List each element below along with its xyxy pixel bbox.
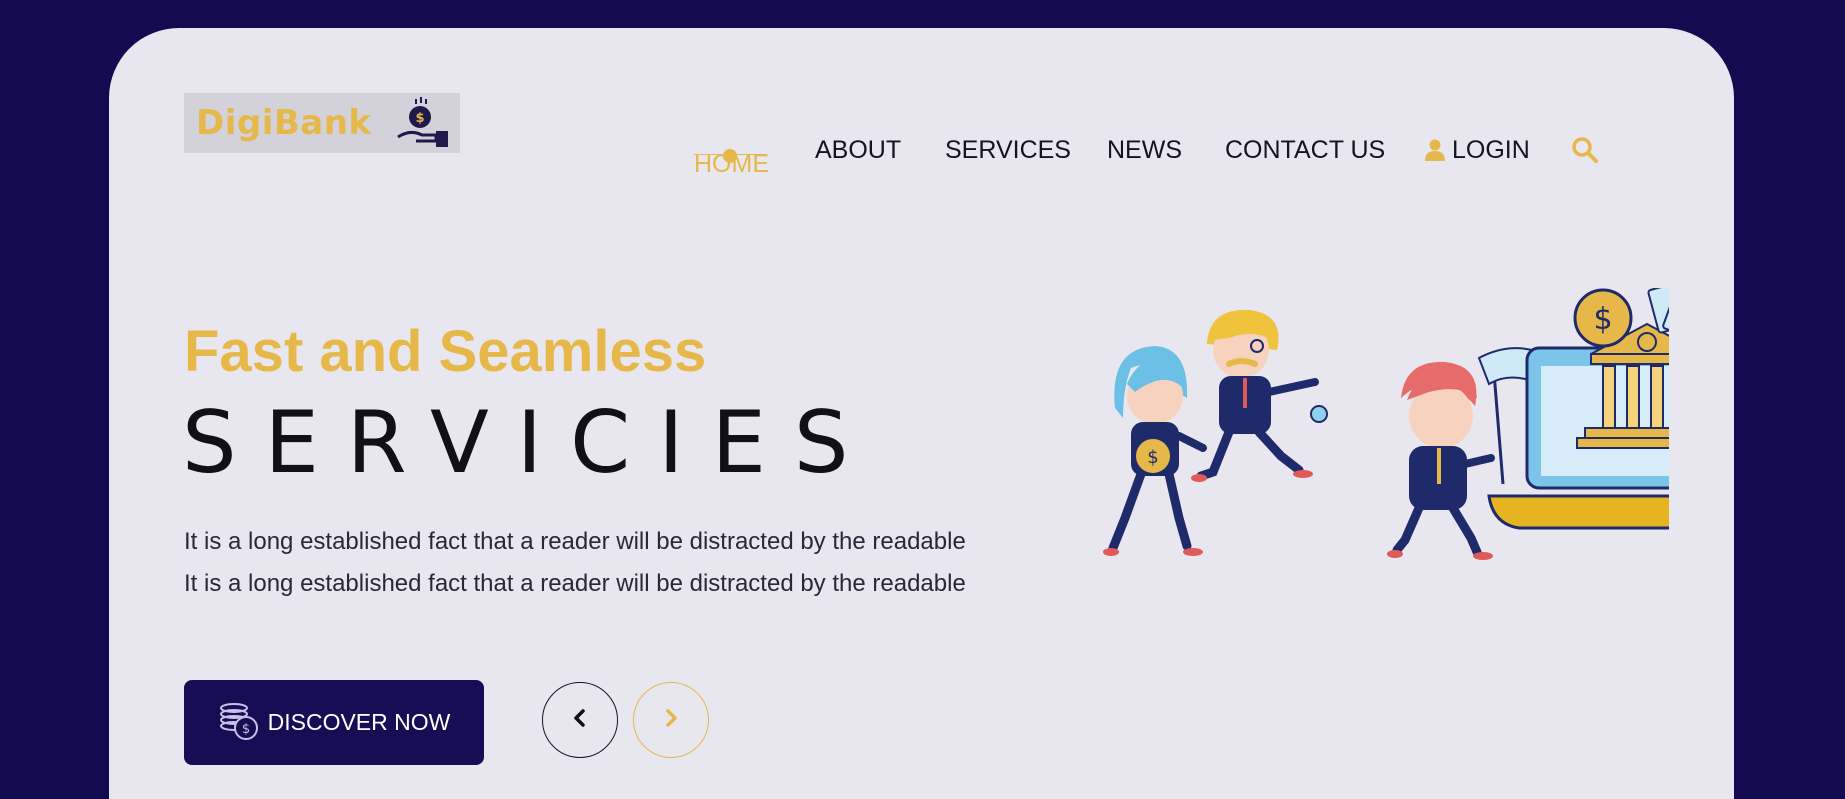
nav-about[interactable]: ABOUT	[815, 136, 901, 165]
svg-text:$: $	[241, 722, 249, 737]
nav-news[interactable]: NEWS	[1107, 136, 1182, 165]
nav-contact-us[interactable]: CONTACT US	[1225, 136, 1385, 165]
bank-illustration: $ $	[1079, 282, 1721, 573]
main-nav: HOME ABOUT SERVICES NEWS CONTACT US LOGI…	[109, 108, 1734, 188]
chevron-right-icon	[662, 708, 680, 732]
chevron-left-icon	[571, 708, 589, 732]
search-icon[interactable]	[1571, 136, 1599, 169]
nav-login[interactable]: LOGIN	[1452, 136, 1530, 165]
discover-now-label: DISCOVER NOW	[267, 709, 451, 735]
svg-text:$: $	[1147, 447, 1158, 468]
hero-kicker: Fast and Seamless	[184, 319, 707, 384]
hero-text-line-1: It is a long established fact that a rea…	[184, 528, 966, 555]
nav-services[interactable]: SERVICES	[945, 136, 1071, 165]
prev-slide-button[interactable]	[542, 682, 618, 758]
active-nav-dot	[723, 149, 737, 163]
user-icon	[1424, 139, 1446, 166]
hero-text-line-2: It is a long established fact that a rea…	[184, 570, 966, 597]
hero-title: SERVICIES	[182, 393, 877, 493]
coins-icon: $	[218, 698, 262, 747]
person-1-illustration: $	[1103, 346, 1207, 556]
discover-now-button[interactable]: $ DISCOVER NOW	[184, 680, 484, 765]
svg-text:$: $	[1593, 302, 1612, 337]
person-2-illustration	[1191, 309, 1328, 482]
next-slide-button[interactable]	[633, 682, 709, 758]
hero-card: DigiBank $ HOME ABOUT SERVICES NEWS CONT…	[109, 28, 1734, 799]
laptop-bank-illustration: $	[1487, 282, 1721, 530]
